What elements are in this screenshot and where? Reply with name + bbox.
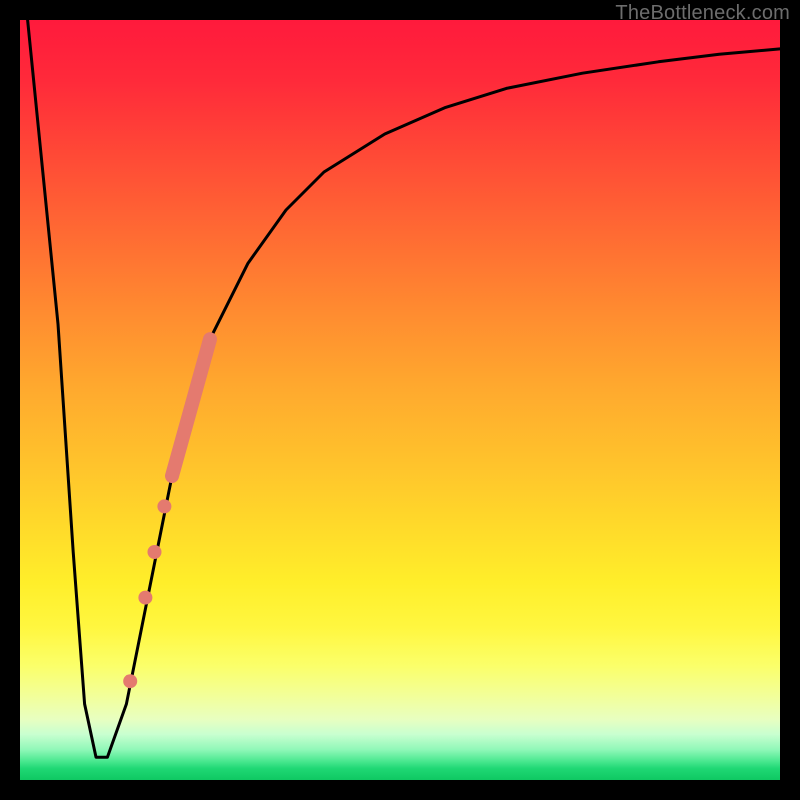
data-marker — [138, 591, 152, 605]
data-marker — [123, 674, 137, 688]
marker-group — [123, 499, 171, 688]
data-marker — [157, 499, 171, 513]
highlighted-segment — [172, 339, 210, 476]
bottleneck-curve — [28, 20, 780, 757]
chart-stage: TheBottleneck.com — [0, 0, 800, 800]
plot-svg — [20, 20, 780, 780]
data-marker — [148, 545, 162, 559]
plot-area — [20, 20, 780, 780]
